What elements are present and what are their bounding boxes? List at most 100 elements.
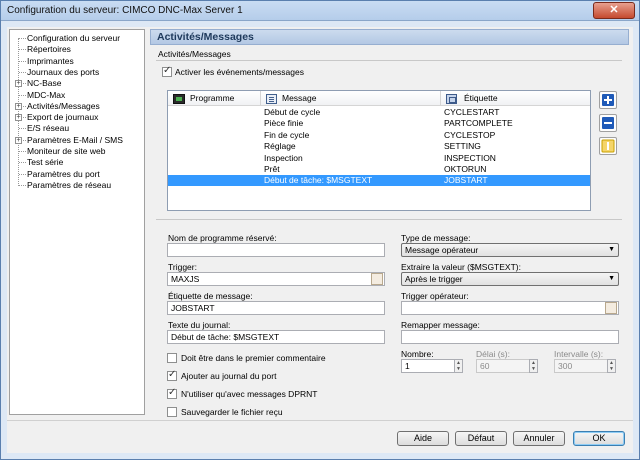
help-button[interactable]: Aide bbox=[397, 431, 449, 446]
tree-item[interactable]: Test série bbox=[27, 157, 63, 168]
tree-item[interactable]: Activités/Messages bbox=[27, 101, 100, 112]
column-separator bbox=[260, 91, 261, 106]
interval-input[interactable]: 300 bbox=[554, 359, 608, 373]
events-list[interactable]: Programme Message Étiquette Début de cyc… bbox=[167, 90, 591, 211]
first-comment-checkbox[interactable] bbox=[167, 353, 177, 363]
tree-item[interactable]: NC-Base bbox=[27, 78, 61, 89]
list-row[interactable]: Prêt OKTORUN bbox=[168, 164, 590, 175]
add-button[interactable] bbox=[599, 91, 617, 109]
tree-connector bbox=[19, 151, 26, 152]
tree-item[interactable]: Paramètres du port bbox=[27, 169, 100, 180]
remap-message-input[interactable] bbox=[401, 330, 619, 344]
message-column-icon bbox=[266, 94, 277, 104]
extract-value-value: Après le trigger bbox=[405, 274, 463, 284]
col-program[interactable]: Programme bbox=[190, 93, 234, 103]
interval-spinner[interactable]: ▲ ▼ bbox=[607, 359, 616, 373]
first-comment-label: Doit être dans le premier commentaire bbox=[181, 353, 326, 363]
ok-button[interactable]: OK bbox=[573, 431, 625, 446]
trigger-label: Trigger: bbox=[168, 262, 197, 272]
divider bbox=[156, 219, 622, 220]
close-icon: ✕ bbox=[609, 4, 619, 16]
cell-message: Réglage bbox=[264, 141, 296, 152]
tree-item[interactable]: Journaux des ports bbox=[27, 67, 99, 78]
tree-item[interactable]: Répertoires bbox=[27, 44, 71, 55]
message-type-value: Message opérateur bbox=[405, 245, 479, 255]
expand-icon[interactable]: + bbox=[15, 102, 22, 110]
cell-tag: OKTORUN bbox=[444, 164, 487, 174]
tree-item[interactable]: Moniteur de site web bbox=[27, 146, 105, 157]
tree-item[interactable]: E/S réseau bbox=[27, 123, 69, 134]
program-column-icon bbox=[173, 94, 185, 104]
list-row[interactable]: Début de cycle CYCLESTART bbox=[168, 107, 590, 118]
expand-icon[interactable]: + bbox=[15, 136, 22, 144]
enable-events-checkbox[interactable] bbox=[162, 65, 172, 77]
expand-icon[interactable]: + bbox=[15, 80, 22, 88]
cell-message: Inspection bbox=[264, 152, 303, 163]
reserved-program-label: Nom de programme réservé: bbox=[168, 233, 277, 243]
count-spinner[interactable]: ▲ ▼ bbox=[454, 359, 463, 373]
col-tag[interactable]: Étiquette bbox=[464, 93, 498, 103]
close-button[interactable]: ✕ bbox=[593, 2, 635, 19]
cell-tag: PARTCOMPLETE bbox=[444, 118, 513, 129]
cell-message: Début de cycle bbox=[264, 107, 321, 117]
message-type-select[interactable]: Message opérateur ▼ bbox=[401, 243, 619, 257]
cell-message: Début de tâche: $MSGTEXT bbox=[264, 175, 373, 186]
tree-item[interactable]: Paramètres de réseau bbox=[27, 180, 111, 191]
tree-connector bbox=[19, 94, 26, 96]
operator-trigger-picker-icon[interactable] bbox=[605, 302, 617, 314]
save-file-checkbox[interactable] bbox=[167, 407, 177, 417]
list-row[interactable]: Fin de cycle CYCLESTOP bbox=[168, 130, 590, 141]
chevron-down-icon: ▼ bbox=[608, 246, 615, 253]
enable-events-label: Activer les événements/messages bbox=[175, 67, 304, 77]
delay-label: Délai (s): bbox=[476, 349, 511, 359]
tree-item[interactable]: MDC-Max bbox=[27, 90, 65, 101]
tree-item[interactable]: Configuration du serveur bbox=[27, 33, 120, 44]
settings-tree[interactable]: Configuration du serveur Répertoires Impri… bbox=[9, 29, 145, 415]
list-header: Programme Message Étiquette bbox=[168, 91, 590, 106]
col-message[interactable]: Message bbox=[282, 93, 317, 103]
cell-tag: INSPECTION bbox=[444, 152, 496, 163]
cancel-button[interactable]: Annuler bbox=[513, 431, 565, 446]
dprnt-only-checkbox[interactable] bbox=[167, 387, 177, 399]
operator-trigger-label: Trigger opérateur: bbox=[401, 291, 469, 301]
expand-icon[interactable]: + bbox=[15, 114, 22, 122]
tree-item[interactable]: Export de journaux bbox=[27, 112, 98, 123]
delay-input[interactable]: 60 bbox=[476, 359, 530, 373]
count-input[interactable]: 1 bbox=[401, 359, 455, 373]
column-separator bbox=[440, 91, 441, 106]
default-button[interactable]: Défaut bbox=[455, 431, 507, 446]
remap-message-label: Remapper message: bbox=[401, 320, 480, 330]
list-row[interactable]: Début de tâche: $MSGTEXT JOBSTART bbox=[168, 175, 590, 187]
trigger-picker-icon[interactable] bbox=[371, 273, 383, 285]
extract-value-select[interactable]: Après le trigger ▼ bbox=[401, 272, 619, 286]
edit-button[interactable] bbox=[599, 137, 617, 155]
tree-connector bbox=[19, 71, 26, 73]
trigger-input[interactable]: MAXJS bbox=[167, 272, 385, 286]
list-row[interactable]: Inspection INSPECTION bbox=[168, 153, 590, 164]
log-text-input[interactable]: Début de tâche: $MSGTEXT bbox=[167, 330, 385, 344]
cell-tag: CYCLESTOP bbox=[444, 129, 496, 140]
edit-icon bbox=[601, 139, 615, 153]
panel-header: Activités/Messages bbox=[150, 29, 629, 45]
tag-column-icon bbox=[446, 94, 457, 104]
title-bar[interactable]: Configuration du serveur: CIMCO DNC-Max … bbox=[1, 1, 639, 21]
dprnt-only-label: N'utiliser qu'avec messages DPRNT bbox=[181, 389, 318, 399]
tree-item[interactable]: Paramètres E-Mail / SMS bbox=[27, 135, 123, 146]
minus-icon bbox=[602, 117, 614, 129]
message-tag-input[interactable]: JOBSTART bbox=[167, 301, 385, 315]
operator-trigger-input[interactable] bbox=[401, 301, 619, 315]
tree-connector bbox=[19, 49, 26, 51]
remove-button[interactable] bbox=[599, 114, 617, 132]
message-tag-label: Étiquette de message: bbox=[168, 291, 253, 301]
extract-value-label: Extraire la valeur ($MSGTEXT): bbox=[401, 262, 521, 272]
add-port-log-checkbox[interactable] bbox=[167, 369, 177, 381]
chevron-down-icon: ▼ bbox=[608, 275, 615, 282]
list-row[interactable]: Pièce finie PARTCOMPLETE bbox=[168, 118, 590, 129]
add-port-log-label: Ajouter au journal du port bbox=[181, 371, 277, 381]
list-row[interactable]: Réglage SETTING bbox=[168, 141, 590, 152]
reserved-program-input[interactable] bbox=[167, 243, 385, 257]
tree-connector bbox=[19, 162, 26, 164]
delay-spinner[interactable]: ▲ ▼ bbox=[529, 359, 538, 373]
tree-connector bbox=[19, 38, 26, 39]
tree-item[interactable]: Imprimantes bbox=[27, 56, 74, 67]
